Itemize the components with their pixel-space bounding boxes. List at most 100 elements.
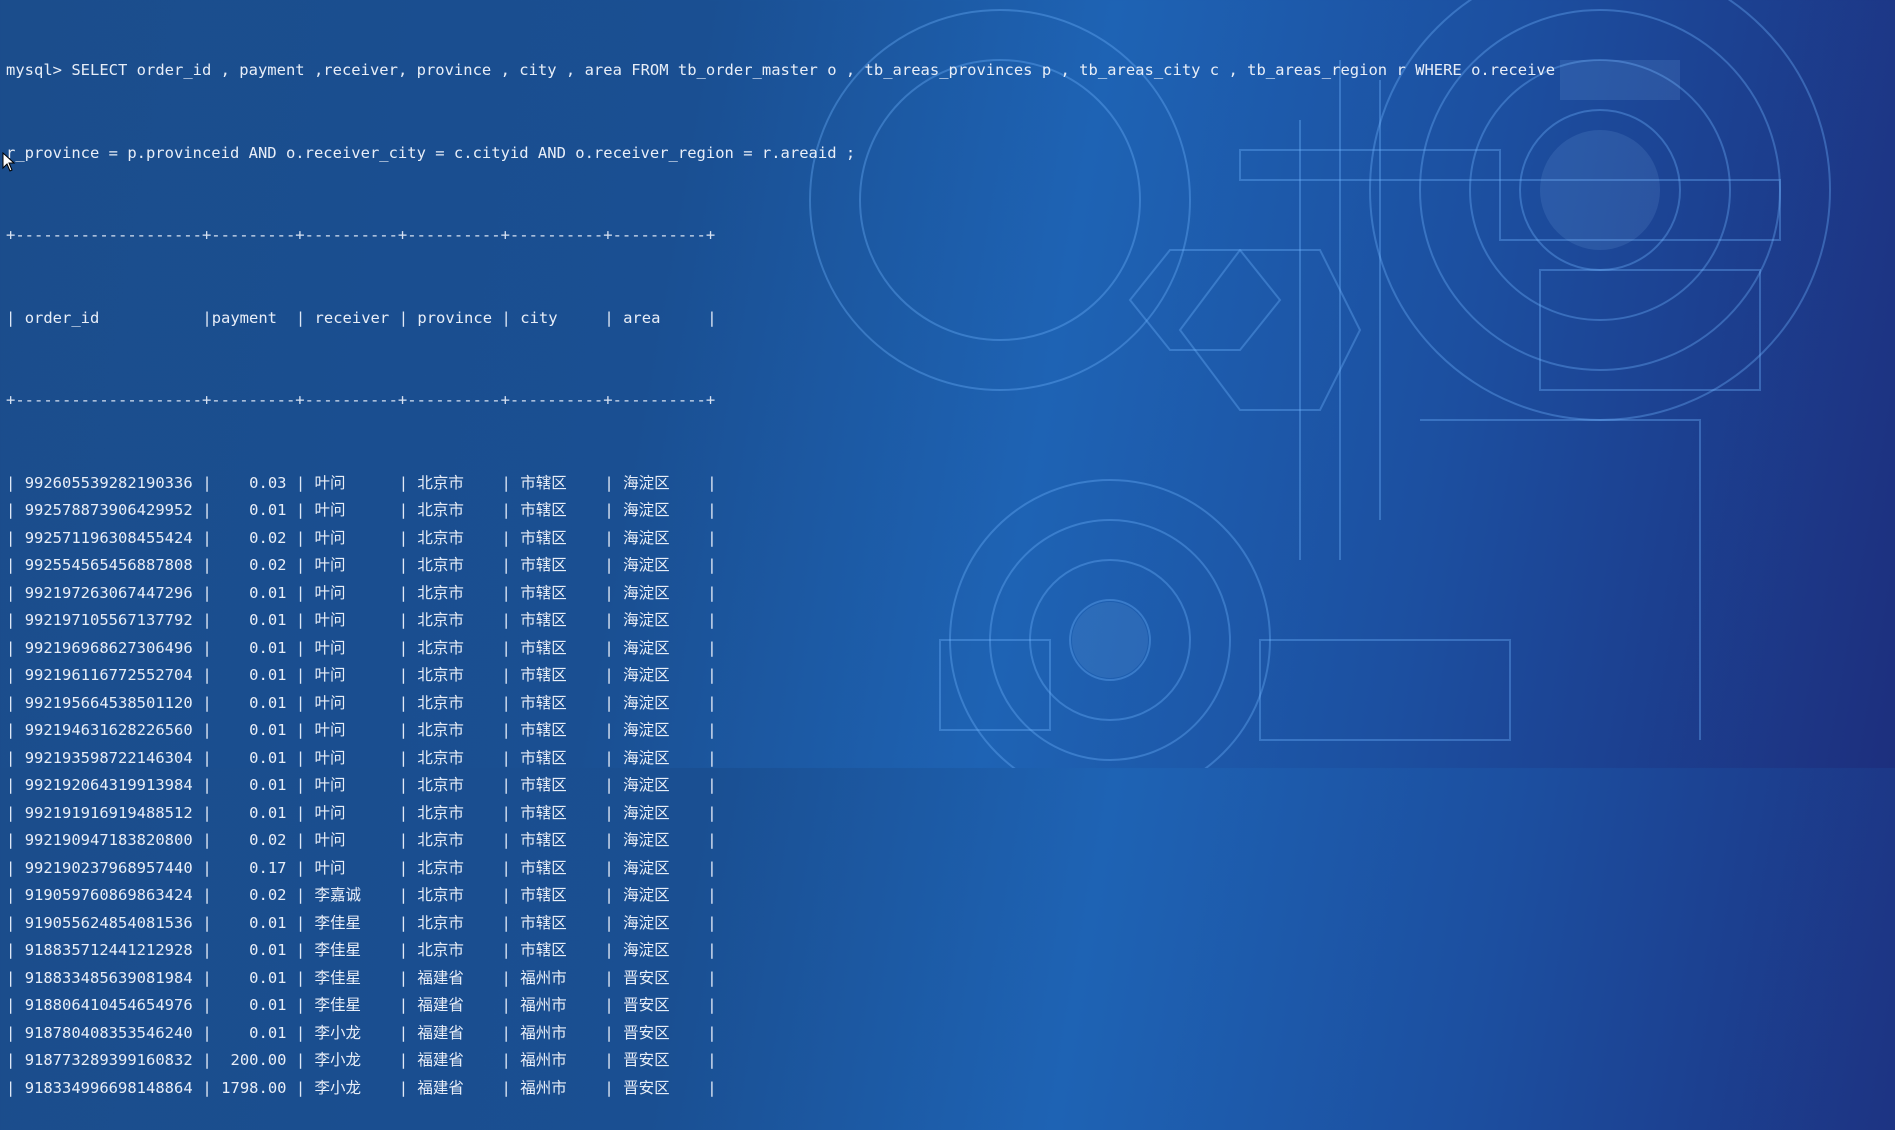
cell-city: 市辖区 [520,721,567,739]
cell-area: 晋安区 [623,996,670,1014]
column-divider: | [6,528,16,547]
column-divider: | [295,721,306,739]
column-divider: | [398,638,409,657]
cell-city: 福州市 [520,1023,567,1042]
column-divider: | [295,1051,306,1069]
column-divider: | [707,308,717,327]
column-divider: | [202,666,212,684]
cell-receiver: 叶问 [314,473,346,492]
cell-payment: 0.01 [249,968,287,987]
column-divider: | [295,693,306,712]
cell-city: 福州市 [520,1078,567,1097]
cell-province: 北京市 [417,941,464,959]
cell-payment: 0.01 [249,996,287,1014]
column-divider: | [707,968,717,987]
cell-order-id: 992191916919488512 [24,803,193,822]
column-divider: | [604,473,614,492]
column-divider: | [398,666,409,684]
column-divider: | [398,913,409,932]
cell-order-id: 992554565456887808 [24,556,193,574]
column-divider: | [398,556,409,574]
column-divider: | [604,913,614,932]
cell-receiver: 李嘉诚 [314,886,362,904]
column-divider: | [707,583,717,602]
table-row: | | | | | | | 918833485639081984 0.01 李佳星 福建省 福州市 晋安… [6,965,1895,993]
table-row: | | | | | | | 992197263067447296 0.01 叶问 北京市 市辖区 海淀区 [6,580,1895,608]
column-divider: | [202,721,212,739]
cell-city: 市辖区 [520,666,567,684]
cell-payment: 0.01 [249,583,287,602]
column-divider: | [398,583,409,602]
column-divider: | [501,968,511,987]
cell-city: 市辖区 [520,913,567,932]
cell-province: 北京市 [417,638,464,657]
cell-province: 北京市 [417,831,464,849]
cell-order-id: 992196968627306496 [24,638,193,657]
column-divider: | [501,831,511,849]
column-divider: | [398,473,409,492]
column-divider: | [501,611,511,629]
mysql-terminal[interactable]: mysql> SELECT order_id , payment ,receiv… [6,2,1895,1097]
column-divider: | [707,528,717,547]
cell-area: 海淀区 [623,803,670,822]
column-divider: | [6,968,16,987]
cell-receiver: 李小龙 [314,1051,362,1069]
cell-payment: 0.02 [249,831,287,849]
column-divider: | [202,473,212,492]
table-row: | | | | | | | 992196968627306496 0.01 叶问 北京市 市辖区 海淀区 [6,635,1895,663]
column-divider: | [707,1023,717,1042]
cell-payment: 0.02 [249,886,287,904]
cell-payment: 0.17 [249,858,287,877]
column-divider: | [6,721,16,739]
column-divider: | [6,803,16,822]
header-city: city [520,308,558,327]
result-rows: | | | | | | | 992605539282190336 0.03 叶问 北京市 市辖区 海淀区… [6,470,1895,1103]
column-divider: | [398,941,409,959]
column-divider: | [6,831,16,849]
column-divider: | [501,886,511,904]
cell-order-id: 918833485639081984 [24,968,193,987]
cell-receiver: 叶问 [314,528,346,547]
cell-payment: 1798.00 [221,1078,287,1097]
column-divider: | [604,831,614,849]
cell-receiver: 叶问 [314,693,346,712]
column-divider: | [604,501,614,519]
column-divider: | [398,1023,409,1042]
column-divider: | [501,721,511,739]
column-divider: | [398,501,409,519]
cell-order-id: 918334996698148864 [24,1078,193,1097]
column-divider: | [707,666,717,684]
cell-city: 市辖区 [520,693,567,712]
column-divider: | [398,831,409,849]
cell-province: 北京市 [417,556,464,574]
table-row: | | | | | | | 992194631628226560 0.01 叶问 北京市 市辖区 海淀区 [6,717,1895,745]
column-divider: | [707,776,717,794]
column-divider: | [295,473,306,492]
header-area: area [623,308,661,327]
column-divider: | [604,968,614,987]
column-divider: | [6,1078,16,1097]
column-divider: | [604,803,614,822]
column-divider: | [604,721,614,739]
cell-order-id: 992190947183820800 [24,831,193,849]
column-divider: | [295,611,306,629]
cell-receiver: 叶问 [314,501,346,519]
cell-payment: 0.01 [249,913,287,932]
cell-payment: 0.02 [249,528,287,547]
cell-order-id: 992578873906429952 [24,501,193,519]
header-payment: payment [211,308,278,327]
cell-city: 福州市 [520,968,567,987]
column-divider: | [6,308,16,327]
table-row: | | | | | | | 918806410454654976 0.01 李佳星 福建省 福州市 晋安… [6,992,1895,1020]
column-divider: | [6,886,16,904]
cell-area: 海淀区 [623,501,670,519]
column-divider: | [202,941,212,959]
cell-province: 北京市 [417,611,464,629]
cell-order-id: 992571196308455424 [24,528,193,547]
cell-city: 市辖区 [520,941,567,959]
column-divider: | [295,886,306,904]
cell-province: 北京市 [417,501,464,519]
column-divider: | [707,831,717,849]
column-divider: | [202,831,212,849]
column-divider: | [501,803,511,822]
